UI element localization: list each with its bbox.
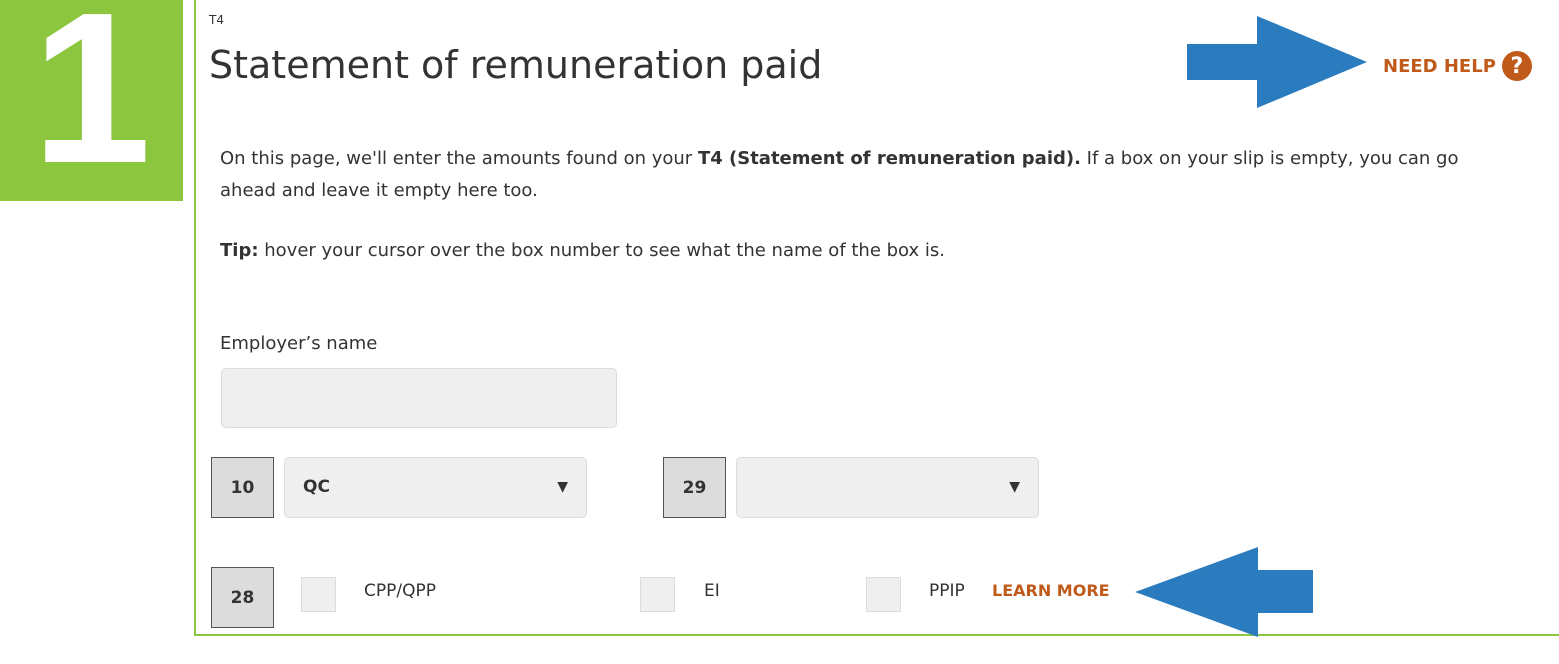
box-10-province-select[interactable]: QC ▼: [284, 457, 587, 518]
tip-label: Tip:: [220, 240, 259, 261]
box-10-number: 10: [211, 457, 274, 518]
tip-body: hover your cursor over the box number to…: [258, 240, 945, 261]
step-badge: 1: [0, 0, 183, 201]
learn-more-link[interactable]: LEARN MORE: [992, 579, 1110, 603]
box-28-number: 28: [211, 567, 274, 628]
ei-label: EI: [704, 581, 720, 601]
intro-text: On this page, we'll enter the amounts fo…: [220, 143, 1510, 207]
form-code: T4: [209, 13, 224, 27]
annotation-arrow-left-icon: [1135, 547, 1313, 637]
ei-checkbox[interactable]: [640, 577, 675, 612]
need-help-label: NEED HELP: [1383, 55, 1496, 77]
cpp-qpp-label: CPP/QPP: [364, 581, 436, 601]
chevron-down-icon: ▼: [1009, 479, 1020, 495]
annotation-arrow-right-icon: [1187, 16, 1367, 108]
employer-name-label: Employer’s name: [220, 333, 378, 354]
chevron-down-icon: ▼: [557, 479, 568, 495]
employer-name-input[interactable]: [221, 368, 617, 428]
tip-text: Tip: hover your cursor over the box numb…: [220, 235, 945, 267]
question-circle-icon: ?: [1501, 51, 1532, 81]
page-title: Statement of remuneration paid: [209, 43, 823, 87]
intro-text-bold: T4 (Statement of remuneration paid).: [697, 148, 1081, 169]
box-29-employment-code-select[interactable]: ▼: [736, 457, 1039, 518]
intro-text-before: On this page, we'll enter the amounts fo…: [220, 148, 698, 169]
cpp-qpp-checkbox[interactable]: [301, 577, 336, 612]
ppip-label: PPIP: [929, 581, 965, 601]
ppip-checkbox[interactable]: [866, 577, 901, 612]
box-10-selected-value: QC: [303, 477, 330, 497]
step-number: 1: [31, 0, 152, 208]
box-29-number: 29: [663, 457, 726, 518]
need-help-link[interactable]: NEED HELP ?: [1383, 49, 1532, 83]
